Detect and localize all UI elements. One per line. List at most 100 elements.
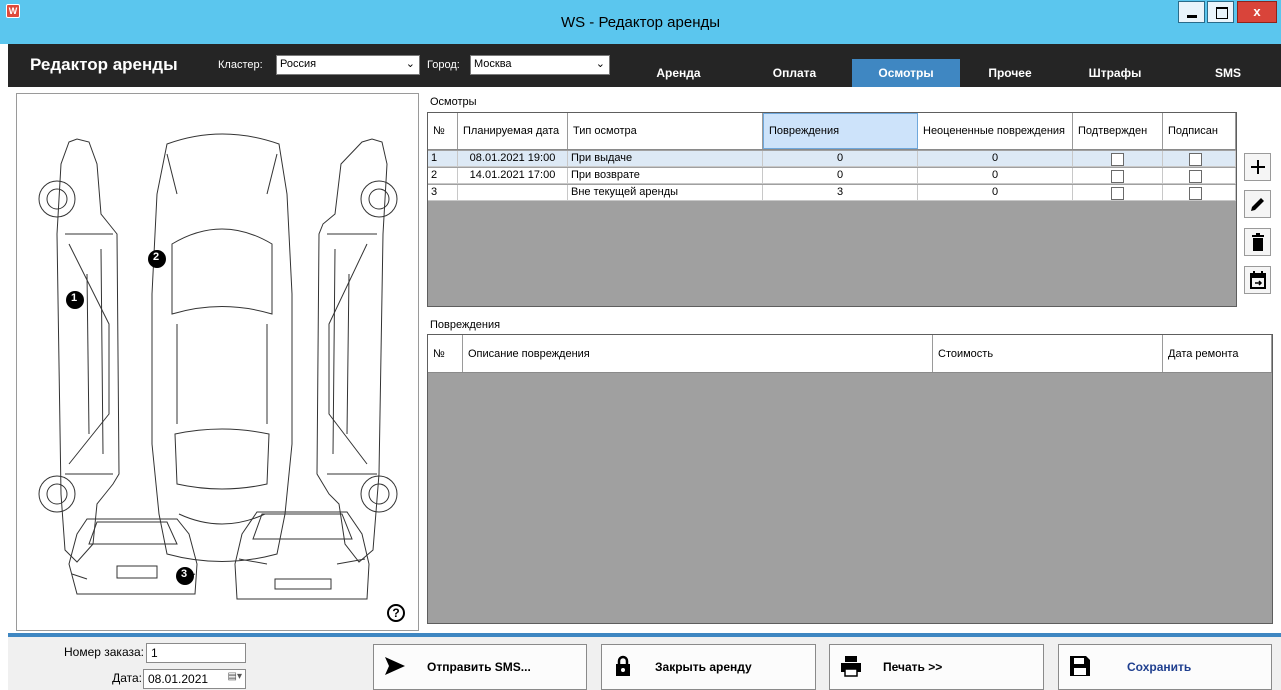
lock-icon — [616, 655, 630, 676]
help-icon[interactable]: ? — [387, 604, 405, 622]
save-button[interactable]: Сохранить — [1058, 644, 1272, 690]
title-bar: W WS - Редактор аренды x — [0, 0, 1281, 44]
damages-grid-header: № Описание повреждения Стоимость Дата ре… — [428, 335, 1272, 373]
tab-sms[interactable]: SMS — [1188, 59, 1268, 87]
send-arrow-icon — [385, 657, 405, 675]
date-picker[interactable]: 08.01.2021 ▤▾ — [143, 669, 246, 689]
col-header-confirmed[interactable]: Подтвержден — [1073, 113, 1163, 149]
close-rent-button[interactable]: Закрыть аренду — [601, 644, 816, 690]
header-bar: Редактор аренды Кластер: Россия ⌄ Город:… — [8, 44, 1281, 87]
cluster-select[interactable]: Россия ⌄ — [276, 55, 420, 75]
printer-icon — [841, 656, 861, 677]
damage-markers — [66, 250, 194, 585]
col-header-cost[interactable]: Стоимость — [933, 335, 1163, 372]
tab-rent[interactable]: Аренда — [626, 59, 731, 87]
print-label: Печать >> — [883, 660, 943, 674]
row-date — [458, 185, 568, 201]
confirmed-checkbox[interactable] — [1111, 187, 1124, 200]
row-signed-cell — [1163, 185, 1236, 201]
tab-inspections[interactable]: Осмотры — [852, 59, 960, 87]
row-num: 2 — [428, 168, 458, 184]
table-row[interactable]: 2 14.01.2021 17:00 При возврате 0 0 — [428, 168, 1236, 184]
city-select[interactable]: Москва ⌄ — [470, 55, 610, 75]
row-signed-cell — [1163, 168, 1236, 184]
row-num: 1 — [428, 151, 458, 167]
row-damages: 0 — [763, 151, 918, 167]
window-title: WS - Редактор аренды — [560, 14, 721, 31]
send-sms-label: Отправить SMS... — [427, 660, 531, 674]
inspections-grid[interactable]: № Планируемая дата Тип осмотра Поврежден… — [427, 112, 1237, 307]
car-outline-diagram — [38, 133, 398, 600]
confirmed-checkbox[interactable] — [1111, 153, 1124, 166]
tab-payment[interactable]: Оплата — [737, 59, 852, 87]
table-row[interactable]: 1 08.01.2021 19:00 При выдаче 0 0 — [428, 151, 1236, 167]
date-value: 08.01.2021 — [148, 672, 209, 686]
row-type: При выдаче — [568, 151, 763, 167]
save-icon — [1070, 656, 1090, 676]
trash-icon — [1251, 233, 1264, 251]
car-diagram-panel[interactable]: 1 2 3 ? — [16, 93, 419, 631]
confirmed-checkbox[interactable] — [1111, 170, 1124, 183]
col-header-repair-date[interactable]: Дата ремонта — [1163, 335, 1272, 372]
col-header-inspection-type[interactable]: Тип осмотра — [568, 113, 763, 149]
save-label: Сохранить — [1127, 660, 1192, 674]
row-damages: 0 — [763, 168, 918, 184]
page-title: Редактор аренды — [30, 55, 178, 74]
row-signed-cell — [1163, 151, 1236, 167]
row-unrated: 0 — [918, 185, 1073, 201]
order-number-label: Номер заказа: — [63, 645, 144, 659]
signed-checkbox[interactable] — [1189, 170, 1202, 183]
marker-2[interactable]: 2 — [153, 251, 159, 263]
col-header-unrated-damages[interactable]: Неоцененные повреждения — [918, 113, 1073, 149]
cluster-label: Кластер: — [218, 59, 263, 71]
delete-inspection-button[interactable] — [1244, 228, 1271, 256]
tab-fines[interactable]: Штрафы — [1060, 59, 1170, 87]
col-header-num[interactable]: № — [428, 335, 463, 372]
print-button[interactable]: Печать >> — [829, 644, 1044, 690]
signed-checkbox[interactable] — [1189, 187, 1202, 200]
calendar-dropdown-icon[interactable]: ▤▾ — [228, 671, 242, 682]
row-date: 08.01.2021 19:00 — [458, 151, 568, 167]
row-unrated: 0 — [918, 151, 1073, 167]
table-row[interactable]: 3 Вне текущей аренды 3 0 — [428, 185, 1236, 201]
maximize-button[interactable] — [1207, 1, 1234, 23]
row-confirmed-cell — [1073, 168, 1163, 184]
cluster-value: Россия — [280, 58, 317, 70]
damages-group-title: Повреждения — [430, 319, 501, 331]
row-confirmed-cell — [1073, 185, 1163, 201]
tab-other[interactable]: Прочее — [960, 59, 1060, 87]
col-header-damages[interactable]: Повреждения — [763, 113, 918, 149]
signed-checkbox[interactable] — [1189, 153, 1202, 166]
inspections-group-title: Осмотры — [430, 96, 477, 108]
col-header-planned-date[interactable]: Планируемая дата — [458, 113, 568, 149]
marker-3[interactable]: 3 — [181, 568, 187, 580]
close-icon: x — [1253, 4, 1261, 19]
minimize-button[interactable] — [1178, 1, 1205, 23]
row-damages: 3 — [763, 185, 918, 201]
add-inspection-button[interactable] — [1244, 153, 1271, 181]
inspections-grid-header: № Планируемая дата Тип осмотра Поврежден… — [428, 113, 1236, 150]
col-header-description[interactable]: Описание повреждения — [463, 335, 933, 372]
row-confirmed-cell — [1073, 151, 1163, 167]
calendar-export-icon — [1249, 271, 1266, 289]
marker-1[interactable]: 1 — [71, 292, 77, 304]
city-label: Город: — [427, 59, 460, 71]
city-value: Москва — [474, 58, 512, 70]
row-date: 14.01.2021 17:00 — [458, 168, 568, 184]
date-label: Дата: — [112, 671, 142, 685]
pencil-icon — [1250, 198, 1264, 211]
close-button[interactable]: x — [1237, 1, 1277, 23]
export-inspection-button[interactable] — [1244, 266, 1271, 294]
edit-inspection-button[interactable] — [1244, 190, 1271, 218]
damages-grid[interactable]: № Описание повреждения Стоимость Дата ре… — [427, 334, 1273, 624]
send-sms-button[interactable]: Отправить SMS... — [373, 644, 587, 690]
col-header-num[interactable]: № — [428, 113, 458, 149]
chevron-down-icon: ⌄ — [405, 58, 415, 70]
row-unrated: 0 — [918, 168, 1073, 184]
plus-icon — [1250, 160, 1265, 174]
chevron-down-icon: ⌄ — [595, 58, 605, 70]
col-header-signed[interactable]: Подписан — [1163, 113, 1236, 149]
row-type: Вне текущей аренды — [568, 185, 763, 201]
row-num: 3 — [428, 185, 458, 201]
order-number-input[interactable]: 1 — [146, 643, 246, 663]
